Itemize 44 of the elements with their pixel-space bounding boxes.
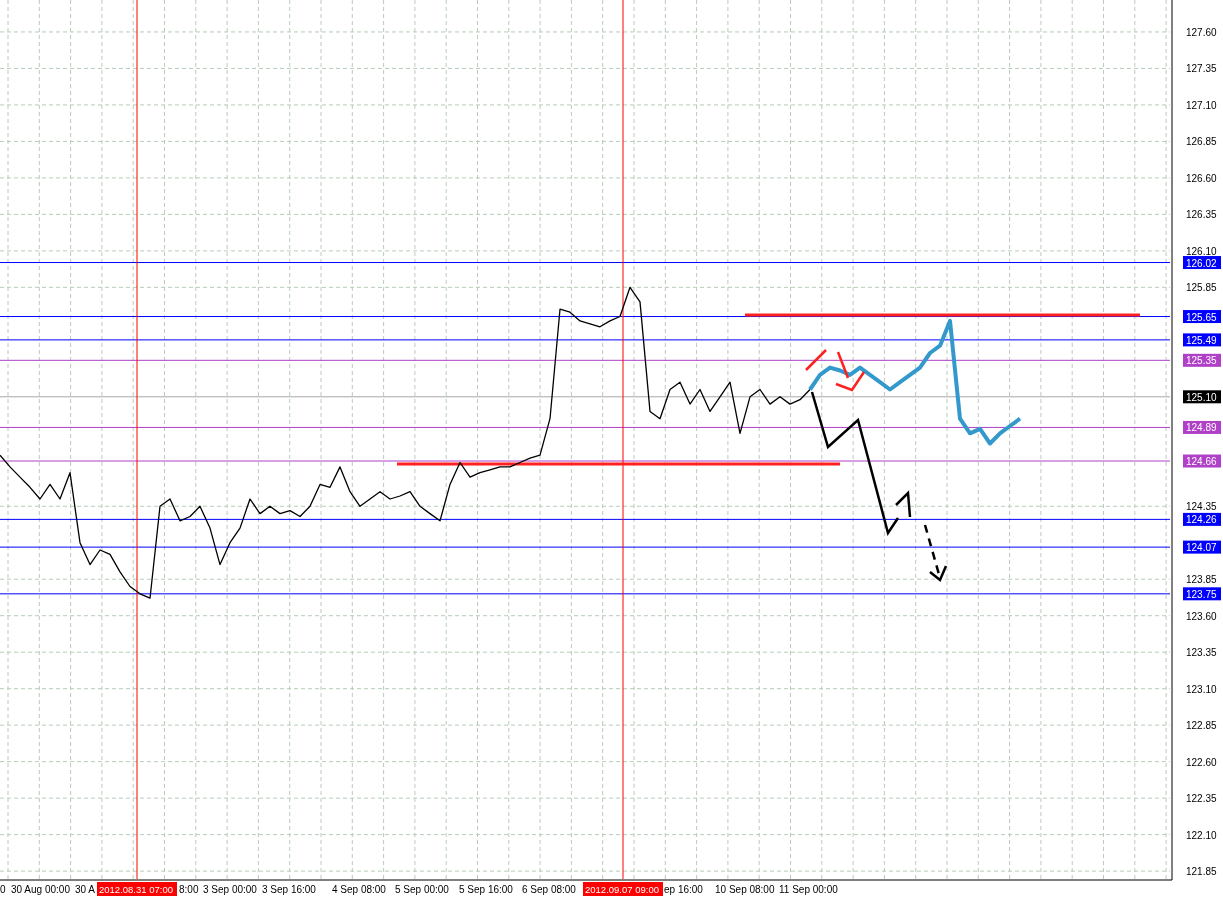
axis-label: 124.35 (1186, 501, 1217, 513)
axis-label: 127.10 (1186, 99, 1217, 111)
axis-label: 126.60 (1186, 172, 1217, 184)
axis-label: 126.10 (1186, 245, 1217, 257)
axis-label: 30 Aug 00:00 (11, 884, 70, 895)
axis-label: 123.35 (1186, 647, 1217, 659)
price-tag: 123.75 (1183, 587, 1221, 601)
axis-label: 8:00 (179, 884, 199, 895)
price-tag: 125.35 (1183, 353, 1221, 367)
price-tag: 125.49 (1183, 333, 1221, 347)
axis-label: 125.85 (1186, 282, 1217, 294)
price-tag: 125.65 (1183, 310, 1221, 324)
price-tag: 124.66 (1183, 454, 1221, 468)
date-tag: 2012.09.07 09:00 (583, 882, 663, 896)
axis-label: 121.85 (1186, 866, 1217, 878)
axis-label: 123.60 (1186, 610, 1217, 622)
price-tag: 125.10 (1183, 390, 1221, 404)
axis-label: 3 Sep 00:00 (203, 884, 257, 895)
date-tag: 2012.08.31 07:00 (97, 882, 177, 896)
axis-label: 123.85 (1186, 574, 1217, 586)
pattern-mark-drawing (805, 349, 866, 392)
axis-label: 122.85 (1186, 720, 1217, 732)
price-tag: 126.02 (1183, 256, 1221, 270)
price-tag: 124.89 (1183, 420, 1221, 434)
axis-label: 10 Sep 08:00 (715, 884, 775, 895)
axis-label: 11 Sep 00:00 (779, 884, 838, 895)
axis-label: 4 Sep 08:00 (332, 884, 386, 895)
price-tag: 124.26 (1183, 512, 1221, 526)
axis-label: 127.60 (1186, 26, 1217, 38)
axis-label: 5 Sep 00:00 (395, 884, 449, 895)
axis-label: 122.35 (1186, 793, 1217, 805)
axis-label: 6 Sep 08:00 (522, 884, 576, 895)
axis-label: 30 A (75, 884, 96, 895)
axis-label: 123.10 (1186, 683, 1217, 695)
axis-label: 5 Sep 16:00 (459, 884, 513, 895)
axis-label: 3 Sep 16:00 (262, 884, 316, 895)
axis-label: 127.35 (1186, 63, 1217, 75)
axis-label: 126.85 (1186, 136, 1217, 148)
axis-label: ep 16:00 (664, 884, 703, 895)
price-tag: 124.07 (1183, 540, 1221, 554)
axis-label: 0 (0, 884, 6, 895)
axis-label: 122.10 (1186, 829, 1217, 841)
axis-label: 126.35 (1186, 209, 1217, 221)
axis-label: 122.60 (1186, 756, 1217, 768)
